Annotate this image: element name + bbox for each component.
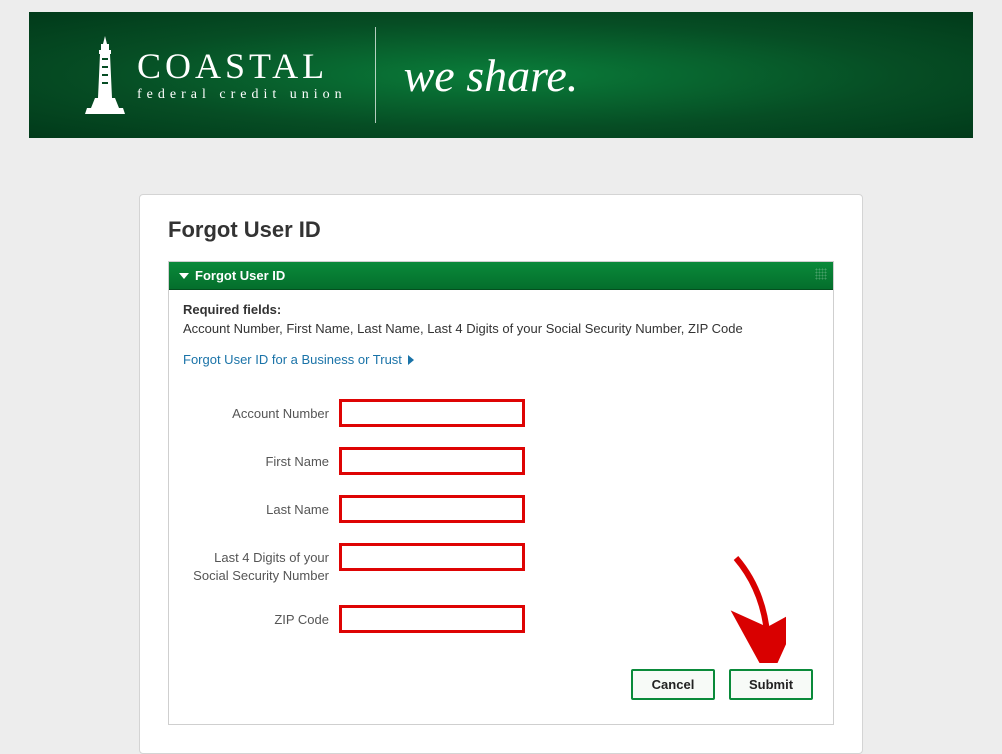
brand-name: COASTAL — [137, 48, 347, 84]
panel-title: Forgot User ID — [195, 268, 285, 283]
required-fields-label: Required fields: — [183, 302, 819, 317]
first-name-input[interactable] — [339, 447, 525, 475]
panel-header[interactable]: Forgot User ID — [169, 262, 833, 290]
form-card: Forgot User ID Forgot User ID Required f… — [139, 194, 863, 754]
logo: COASTAL federal credit union — [85, 36, 347, 114]
row-ssn4: Last 4 Digits of your Social Security Nu… — [183, 543, 819, 585]
panel-body: Required fields: Account Number, First N… — [169, 290, 833, 724]
row-zip: ZIP Code — [183, 605, 819, 633]
page-title: Forgot User ID — [168, 217, 834, 243]
label-account-number: Account Number — [183, 399, 339, 423]
submit-button[interactable]: Submit — [729, 669, 813, 700]
header-divider — [375, 27, 376, 123]
header-banner: COASTAL federal credit union we share. — [29, 12, 973, 138]
zip-input[interactable] — [339, 605, 525, 633]
label-ssn4: Last 4 Digits of your Social Security Nu… — [183, 543, 339, 585]
button-row: Cancel Submit — [183, 669, 819, 700]
triangle-right-icon — [408, 355, 414, 365]
cancel-button[interactable]: Cancel — [631, 669, 715, 700]
business-trust-link[interactable]: Forgot User ID for a Business or Trust — [183, 352, 414, 367]
tagline: we share. — [404, 49, 579, 102]
label-last-name: Last Name — [183, 495, 339, 519]
business-trust-link-text: Forgot User ID for a Business or Trust — [183, 352, 402, 367]
lighthouse-icon — [85, 36, 125, 114]
logo-text: COASTAL federal credit union — [137, 48, 347, 102]
last-name-input[interactable] — [339, 495, 525, 523]
label-zip: ZIP Code — [183, 605, 339, 629]
account-number-input[interactable] — [339, 399, 525, 427]
brand-subtitle: federal credit union — [137, 88, 347, 102]
form-fields: Account Number First Name Last Name Last… — [183, 399, 819, 633]
row-account-number: Account Number — [183, 399, 819, 427]
row-first-name: First Name — [183, 447, 819, 475]
row-last-name: Last Name — [183, 495, 819, 523]
required-fields-text: Account Number, First Name, Last Name, L… — [183, 321, 819, 336]
ssn4-input[interactable] — [339, 543, 525, 571]
label-first-name: First Name — [183, 447, 339, 471]
panel: Forgot User ID Required fields: Account … — [168, 261, 834, 725]
chevron-down-icon — [179, 273, 189, 279]
